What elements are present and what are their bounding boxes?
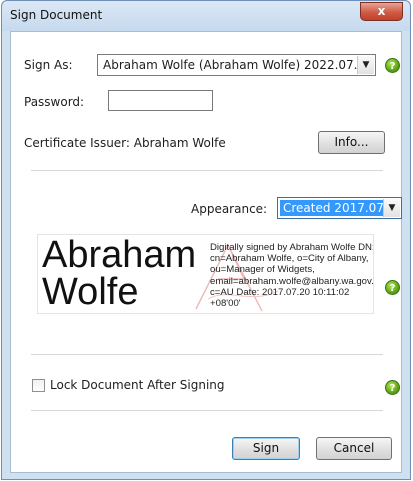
sign-as-label: Sign As:: [24, 58, 73, 72]
signature-details: Digitally signed by Abraham Wolfe DN: cn…: [210, 242, 374, 310]
appearance-select[interactable]: Created 2017.07.20 ▼: [277, 197, 402, 219]
sign-as-value: Abraham Wolfe (Abraham Wolfe) 2022.07.20: [103, 58, 373, 72]
sign-as-select[interactable]: Abraham Wolfe (Abraham Wolfe) 2022.07.20…: [97, 54, 376, 76]
separator: [31, 410, 383, 411]
appearance-label: Appearance:: [191, 202, 268, 216]
lock-document-label[interactable]: Lock Document After Signing: [50, 378, 225, 392]
password-label: Password:: [24, 95, 85, 109]
sign-document-dialog: Sign Document x Sign As: Abraham Wolfe (…: [1, 0, 411, 480]
signature-preview: Abraham Wolfe Digitally signed by Abraha…: [37, 234, 374, 314]
dialog-title: Sign Document: [10, 8, 103, 22]
chevron-down-icon: ▼: [357, 56, 374, 74]
password-field[interactable]: [108, 90, 213, 111]
close-icon: x: [377, 4, 386, 18]
info-button[interactable]: Info...: [318, 131, 385, 154]
lock-document-checkbox[interactable]: [32, 379, 45, 392]
signature-name: Abraham Wolfe: [42, 234, 197, 313]
appearance-value: Created 2017.07.20: [280, 200, 383, 216]
cancel-button[interactable]: Cancel: [316, 437, 392, 460]
help-icon[interactable]: ?: [385, 280, 400, 295]
title-bar: Sign Document x: [2, 1, 410, 31]
separator: [31, 354, 383, 355]
chevron-down-icon: ▼: [383, 199, 400, 217]
separator: [31, 170, 383, 171]
help-icon[interactable]: ?: [385, 58, 400, 73]
sign-button[interactable]: Sign: [232, 437, 300, 460]
certificate-issuer-text: Certificate Issuer: Abraham Wolfe: [24, 136, 226, 150]
dialog-body: Sign As: Abraham Wolfe (Abraham Wolfe) 2…: [10, 31, 402, 473]
close-button[interactable]: x: [360, 2, 403, 21]
help-icon[interactable]: ?: [385, 380, 400, 395]
